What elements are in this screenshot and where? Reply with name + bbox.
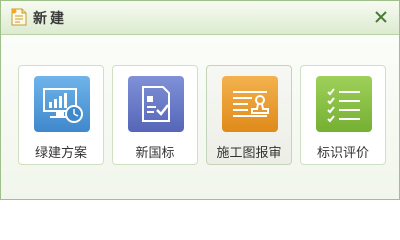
tile-label: 新国标 (135, 146, 175, 161)
new-document-icon (11, 8, 27, 26)
close-button[interactable] (372, 8, 390, 26)
document-check-icon (128, 76, 184, 132)
dialog-content: 绿建方案 新国标 施工图报审 标识评价 (1, 35, 399, 199)
tile-construction-drawing-review[interactable]: 施工图报审 (206, 65, 292, 165)
tile-new-national-standard[interactable]: 新国标 (112, 65, 198, 165)
tile-label-evaluation[interactable]: 标识评价 (300, 65, 386, 165)
stamp-document-icon (222, 76, 278, 132)
tile-label: 施工图报审 (216, 146, 282, 161)
tile-label: 标识评价 (316, 146, 369, 161)
close-icon (375, 11, 387, 23)
tile-green-building-plan[interactable]: 绿建方案 (18, 65, 104, 165)
monitor-chart-clock-icon (34, 76, 90, 132)
dialog-title: 新建 (33, 11, 67, 27)
checklist-icon (316, 76, 372, 132)
new-dialog: 新建 绿建方案 新国标 施工图报审 标识评价 (0, 0, 400, 200)
dialog-titlebar: 新建 (1, 1, 399, 35)
tile-label: 绿建方案 (34, 146, 87, 161)
